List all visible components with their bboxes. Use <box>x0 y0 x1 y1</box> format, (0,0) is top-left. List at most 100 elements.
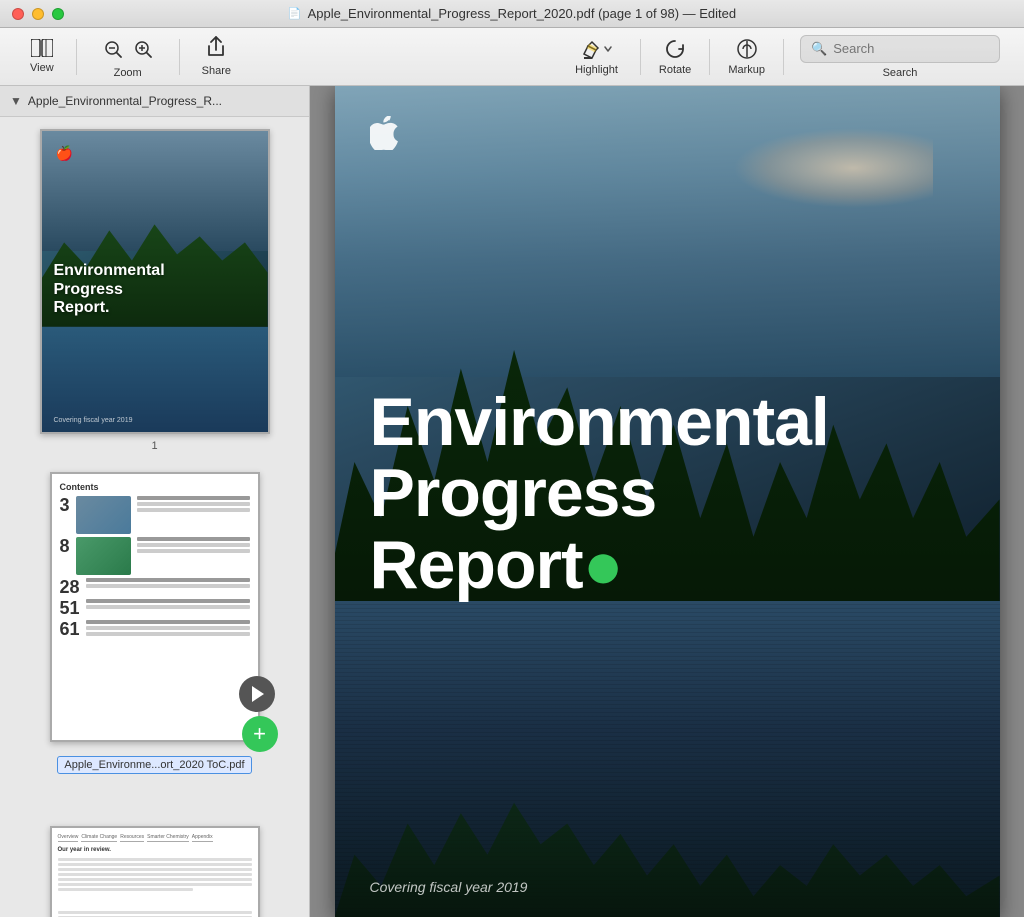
contents-text-5 <box>86 620 250 638</box>
search-icon: 🔍 <box>811 41 827 57</box>
main-content: ▼ Apple_Environmental_Progress_R... 🍎 En… <box>0 86 1024 917</box>
page-num-3: 3 <box>60 496 70 534</box>
pdf-title-line1: Environmental <box>370 384 829 460</box>
contents-text-3 <box>86 578 250 596</box>
cover-subtitle-thumb: Covering fiscal year 2019 <box>54 417 133 424</box>
text-line <box>86 605 250 609</box>
zoom-out-button[interactable] <box>99 35 127 63</box>
body-line <box>58 863 252 866</box>
contents-text-4 <box>86 599 250 617</box>
search-input[interactable] <box>833 41 989 56</box>
toolbar-separator-2 <box>179 39 180 75</box>
text-line <box>137 496 250 500</box>
maximize-button[interactable] <box>52 8 64 20</box>
pdf-file-icon: 📄 <box>288 7 302 20</box>
sidebar-chevron-icon[interactable]: ▼ <box>10 94 22 108</box>
search-box[interactable]: 🔍 <box>800 35 1000 63</box>
pdf-title-line3: Report <box>370 527 583 603</box>
apple-logo-thumb: 🍎 <box>56 145 73 162</box>
view-icon <box>31 39 53 60</box>
pdf-title-line2: Progress <box>370 455 657 531</box>
rotate-label: Rotate <box>659 64 691 76</box>
body-page-thumb: Overview Climate Change Resources Smarte… <box>52 828 258 917</box>
toolbar-separator-5 <box>783 39 784 75</box>
contents-row-3: 28 <box>60 578 250 596</box>
cover-thumb: 🍎 EnvironmentalProgressReport. Covering … <box>42 131 268 432</box>
thumb3-tab-1: Overview <box>58 834 79 842</box>
body-line <box>58 873 252 876</box>
highlight-button[interactable]: Highlight <box>561 38 632 76</box>
thumb3-tab-3: Resources <box>120 834 144 842</box>
search-label: Search <box>883 67 918 79</box>
text-line <box>137 537 250 541</box>
toolbar: View Zoom <box>0 28 1024 86</box>
cover-title-thumb: EnvironmentalProgressReport. <box>54 262 165 317</box>
next-page-button[interactable] <box>239 676 275 712</box>
markup-label: Markup <box>728 64 765 76</box>
text-line <box>86 584 250 588</box>
thumbnail-page-1[interactable]: 🍎 EnvironmentalProgressReport. Covering … <box>0 117 309 460</box>
body-line <box>58 888 194 891</box>
window-title: 📄 Apple_Environmental_Progress_Report_20… <box>288 6 736 21</box>
add-page-button[interactable]: + <box>242 716 278 752</box>
pdf-cover-title: Environmental Progress Report● <box>370 387 829 601</box>
contents-text-1 <box>137 496 250 534</box>
thumb3-heading: Our year in review. <box>58 846 252 855</box>
share-button[interactable]: Share <box>188 36 245 77</box>
text-line <box>86 632 250 636</box>
text-line <box>137 502 250 506</box>
markup-button[interactable]: Markup <box>718 38 775 76</box>
thumbnail-page-2-wrapper: Contents 3 8 <box>0 460 309 814</box>
text-line <box>86 578 250 582</box>
page-num-8: 8 <box>60 537 70 575</box>
contents-title: Contents <box>60 482 250 492</box>
contents-row-4: 51 <box>60 599 250 617</box>
thumbnail-1-image: 🍎 EnvironmentalProgressReport. Covering … <box>40 129 270 434</box>
page-num-28: 28 <box>60 578 80 596</box>
body-line <box>58 883 252 886</box>
body-line <box>58 868 252 871</box>
thumb3-tab-5: Appendix <box>192 834 213 842</box>
page-number-1: 1 <box>151 440 157 452</box>
share-label: Share <box>202 65 231 77</box>
share-icon <box>206 36 226 61</box>
sidebar-filename: Apple_Environmental_Progress_R... <box>28 94 299 108</box>
text-line <box>137 549 250 553</box>
body-line <box>58 878 252 881</box>
contents-img-2 <box>76 537 131 575</box>
zoom-label: Zoom <box>114 67 142 79</box>
page-num-51: 51 <box>60 599 80 617</box>
thumb3-tabs: Overview Climate Change Resources Smarte… <box>58 834 252 842</box>
title-bar: 📄 Apple_Environmental_Progress_Report_20… <box>0 0 1024 28</box>
thumb3-text-area: Our year in review. <box>58 846 252 917</box>
toolbar-separator-1 <box>76 39 77 75</box>
minimize-button[interactable] <box>32 8 44 20</box>
thumbnail-page-3[interactable]: Overview Climate Change Resources Smarte… <box>0 814 309 917</box>
body-line <box>58 858 252 861</box>
text-line <box>86 626 250 630</box>
highlight-label: Highlight <box>575 64 618 76</box>
apple-logo-pdf <box>370 116 398 157</box>
view-button[interactable]: View <box>16 39 68 74</box>
text-line <box>86 599 250 603</box>
contents-img-1 <box>76 496 131 534</box>
sidebar-header: ▼ Apple_Environmental_Progress_R... <box>0 86 309 117</box>
contents-thumb: Contents 3 8 <box>52 474 258 740</box>
text-line <box>137 543 250 547</box>
rotate-button[interactable]: Rotate <box>649 38 701 76</box>
thumbnail-2-image[interactable]: Contents 3 8 <box>50 472 260 742</box>
window-controls <box>12 8 64 20</box>
thumbnail-3-image: Overview Climate Change Resources Smarte… <box>50 826 260 917</box>
view-label: View <box>30 62 54 74</box>
contents-text-2 <box>137 537 250 575</box>
close-button[interactable] <box>12 8 24 20</box>
page-num-61: 61 <box>60 620 80 638</box>
thumbnail-page-2-container: Contents 3 8 <box>50 472 260 742</box>
title-text: Apple_Environmental_Progress_Report_2020… <box>308 6 737 21</box>
zoom-in-button[interactable] <box>129 35 157 63</box>
pdf-title-dot: ● <box>583 527 623 603</box>
text-line <box>86 620 250 624</box>
contents-row-1: 3 <box>60 496 250 534</box>
sidebar: ▼ Apple_Environmental_Progress_R... 🍎 En… <box>0 86 310 917</box>
toolbar-separator-4 <box>709 39 710 75</box>
